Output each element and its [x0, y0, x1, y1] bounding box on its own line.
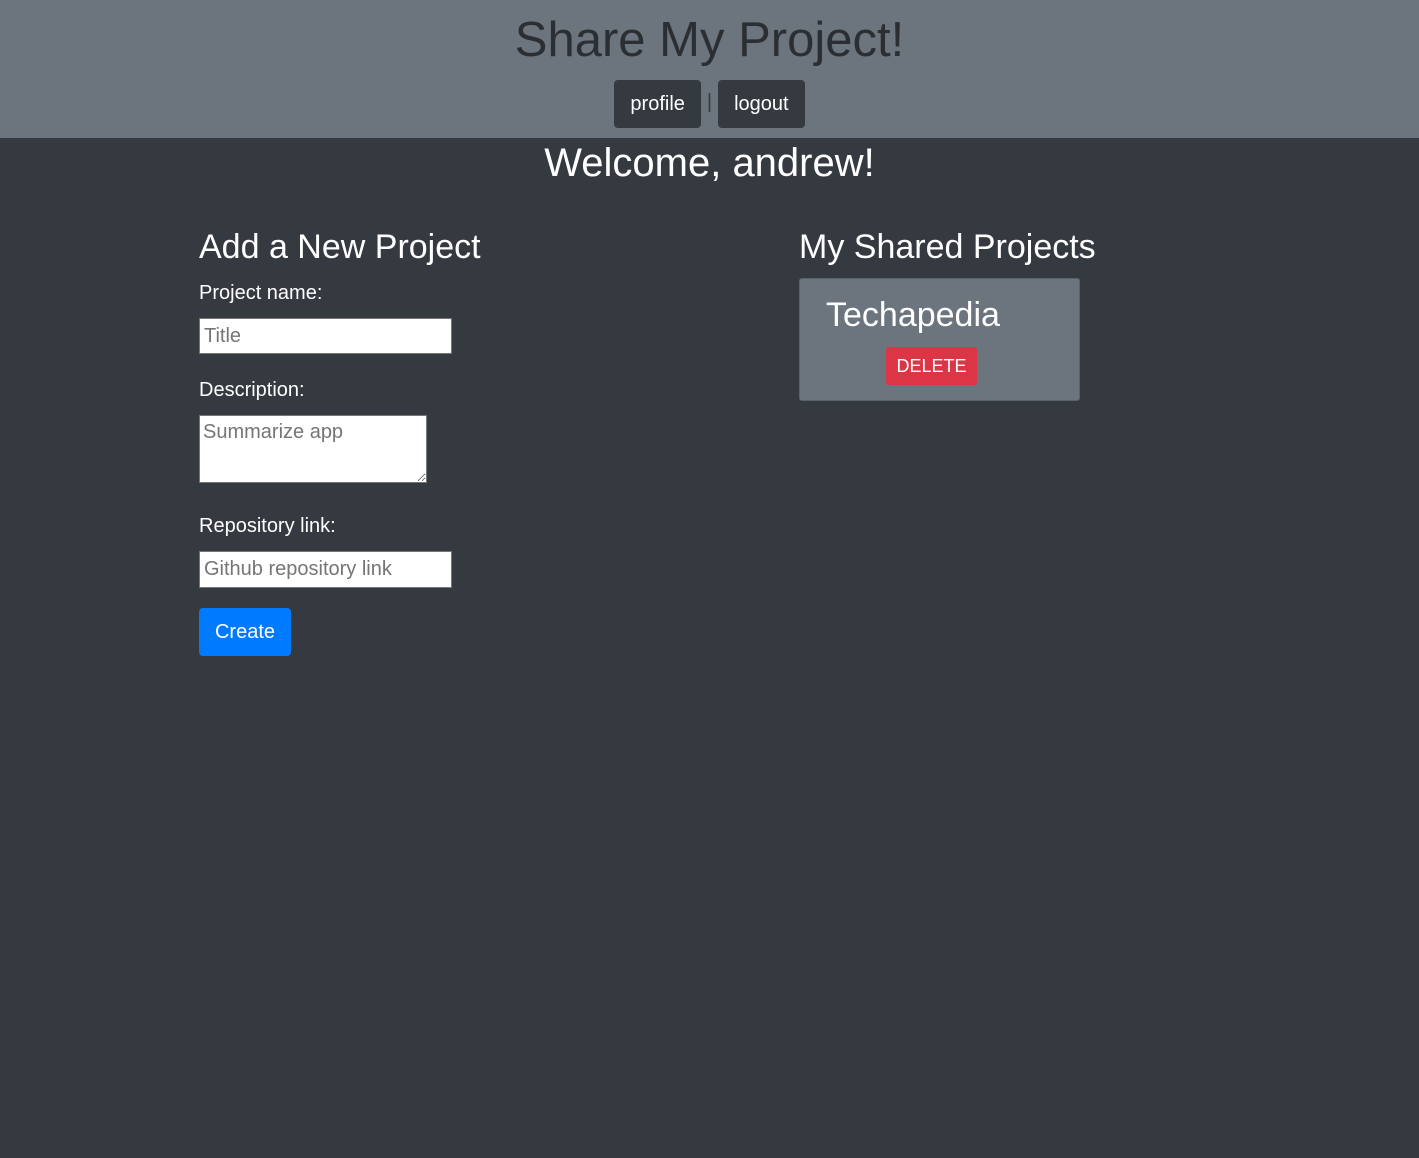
- project-name: Techapedia: [826, 296, 1000, 334]
- repository-link-input[interactable]: [199, 551, 452, 588]
- create-button[interactable]: Create: [199, 608, 291, 656]
- site-header: Share My Project! profile | logout: [0, 0, 1419, 138]
- shared-projects-section: My Shared Projects Techapedia DELETE: [799, 226, 1219, 401]
- shared-projects-heading: My Shared Projects: [799, 228, 1096, 266]
- new-project-heading: Add a New Project: [199, 228, 481, 266]
- description-textarea[interactable]: [199, 415, 427, 483]
- new-project-form: Add a New Project Project name: Descript…: [199, 226, 699, 656]
- project-card: Techapedia DELETE: [799, 278, 1080, 401]
- description-label: Description:: [199, 379, 305, 401]
- delete-project-button[interactable]: DELETE: [886, 347, 977, 385]
- site-title: Share My Project!: [514, 13, 905, 67]
- project-name-label: Project name:: [199, 282, 323, 304]
- nav-separator: |: [706, 91, 713, 113]
- header-nav: profile | logout: [0, 80, 1419, 128]
- repository-link-label: Repository link:: [199, 515, 336, 537]
- project-name-input[interactable]: [199, 318, 452, 354]
- profile-button[interactable]: profile: [614, 80, 701, 128]
- logout-button[interactable]: logout: [718, 80, 805, 128]
- welcome-message: Welcome, andrew!: [544, 141, 875, 185]
